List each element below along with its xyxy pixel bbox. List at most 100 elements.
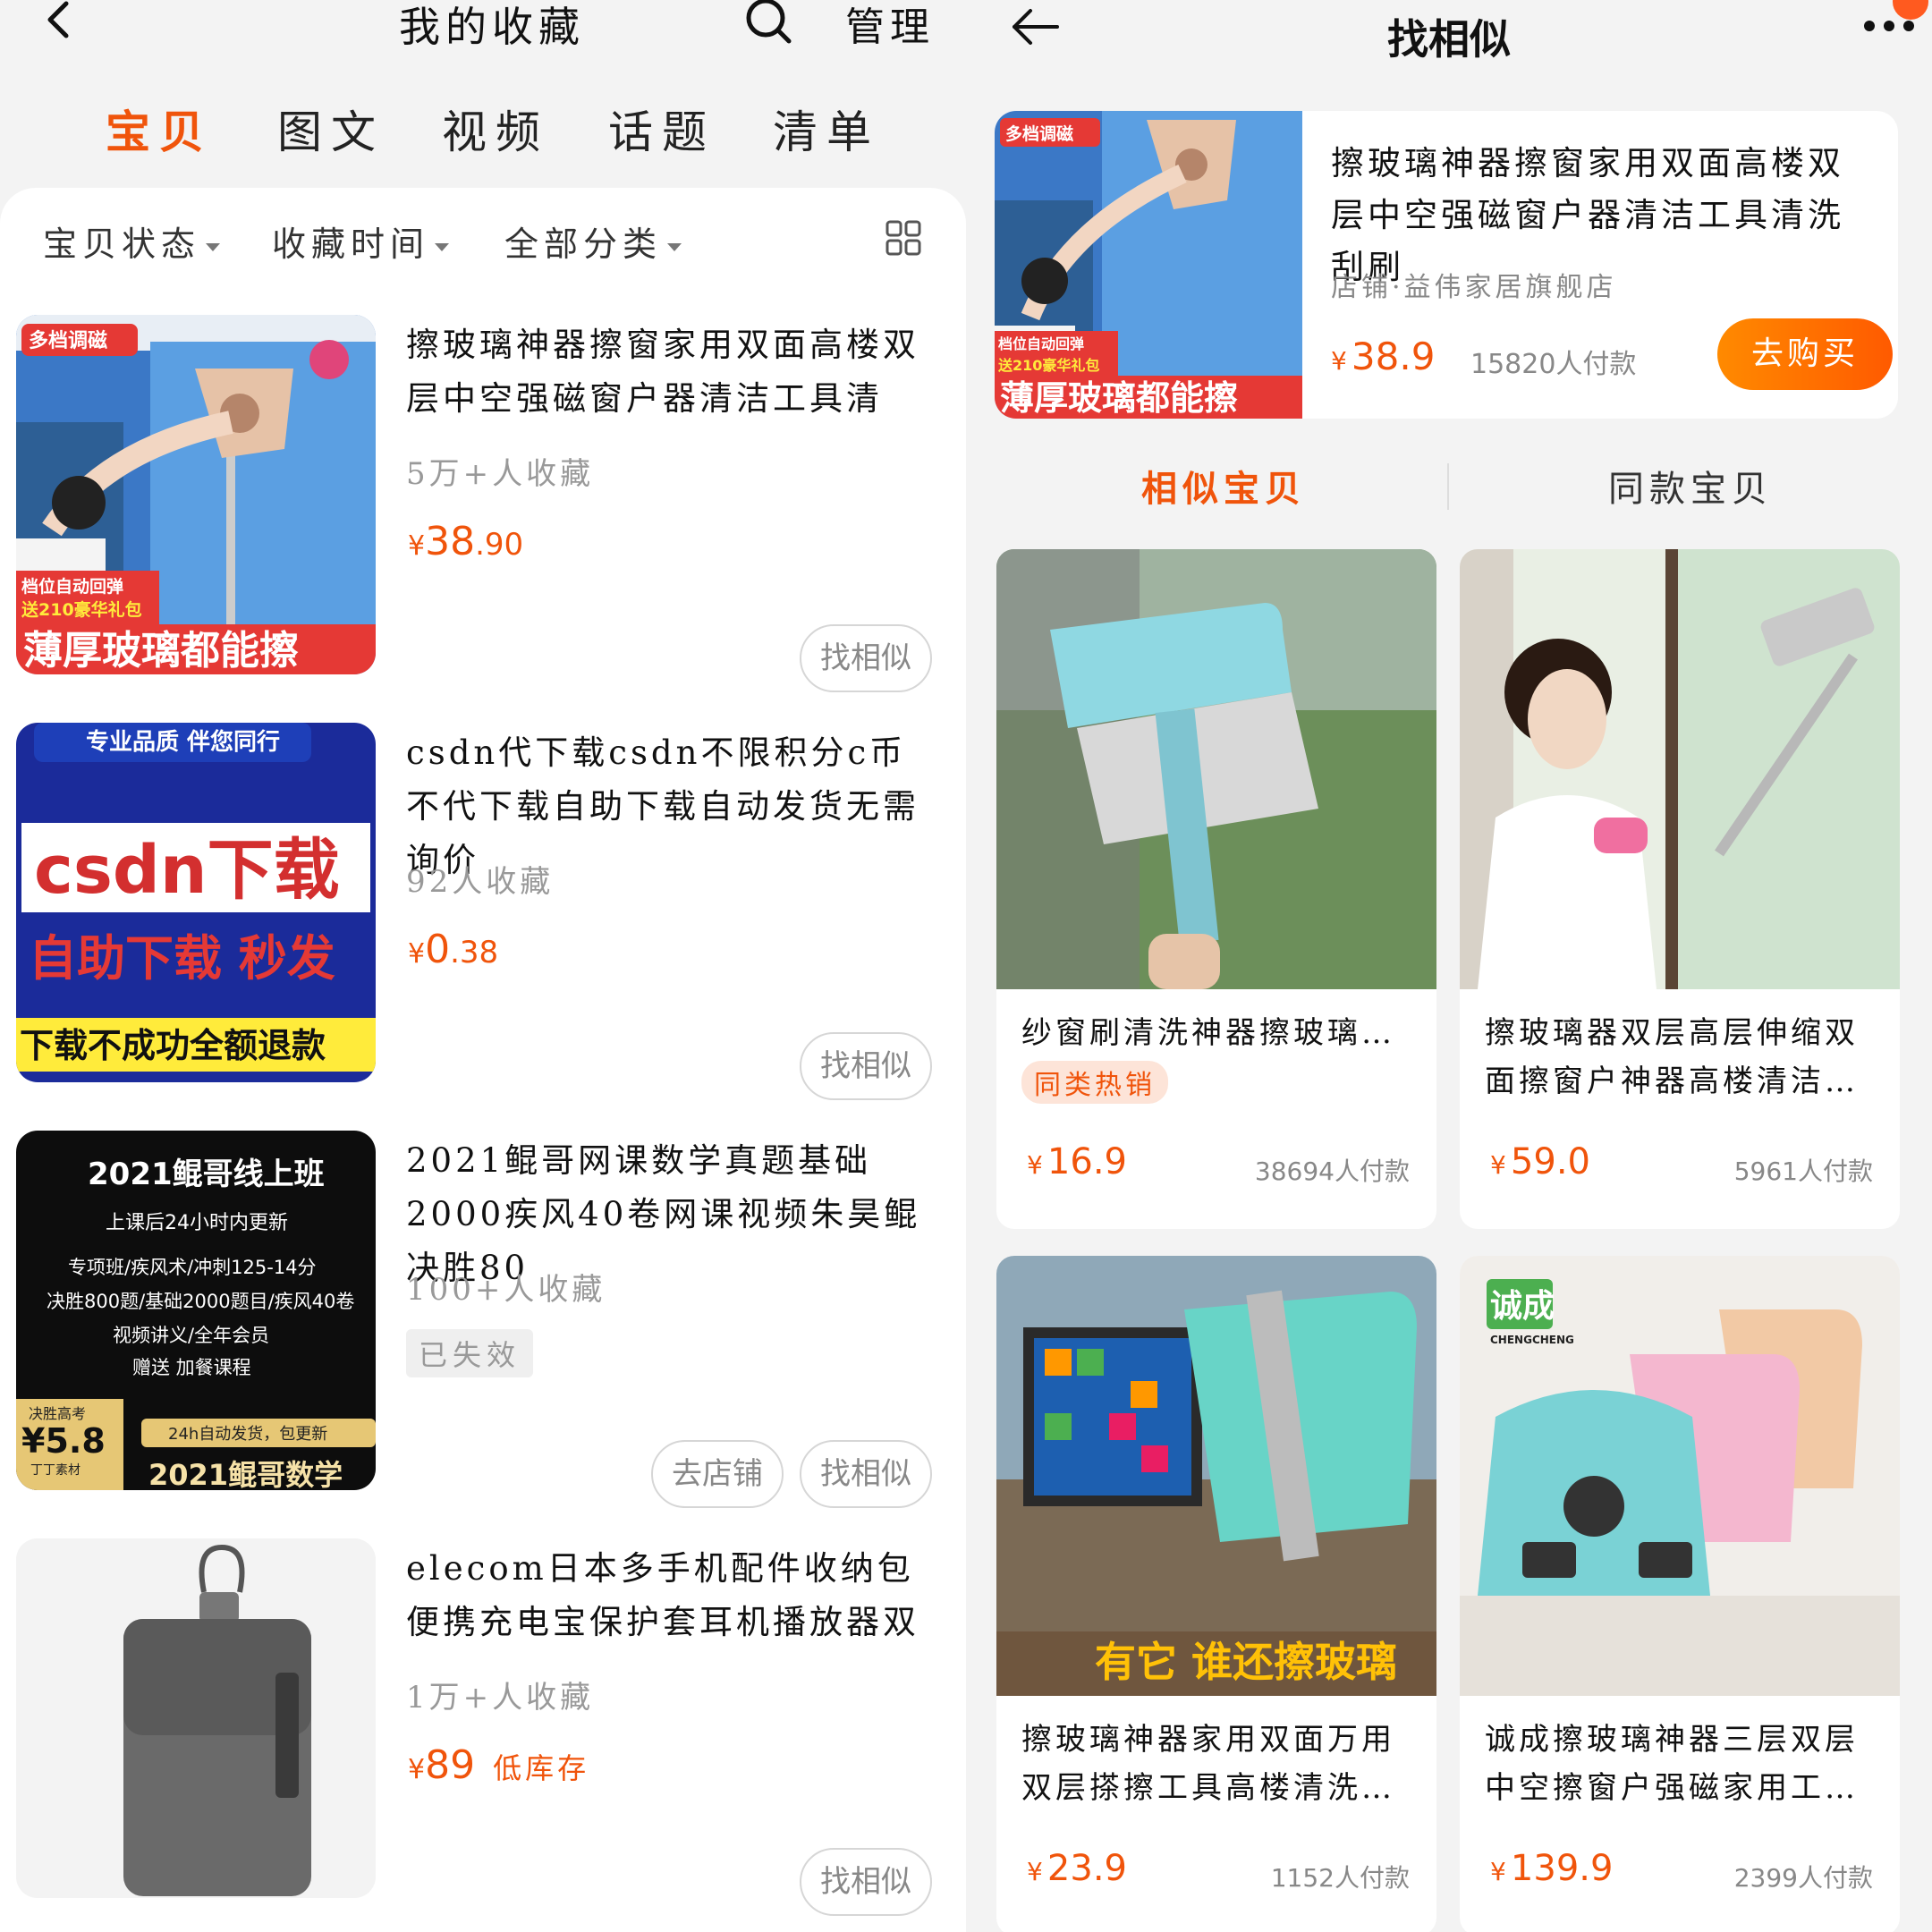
thumb-big-text: csdn下载: [34, 832, 340, 909]
similar-header: 找相似: [966, 0, 1932, 72]
list-item[interactable]: 多档调磁 档位自动回弹 送210豪华礼包 薄厚玻璃都能擦 擦玻璃神器擦窗家用双面…: [0, 315, 966, 708]
list-item[interactable]: elecom日本多手机配件收纳包便携充电宝保护套耳机播放器双 1万+人收藏 ¥8…: [0, 1538, 966, 1932]
product-image: [996, 549, 1436, 989]
thumb-text: 丁丁素材: [30, 1463, 80, 1478]
paid-count: 2399人付款: [1733, 1863, 1873, 1893]
product-price: ¥ 139.9: [1490, 1848, 1613, 1889]
product-image: 多档调磁 档位自动回弹 送210豪华礼包 薄厚玻璃都能擦: [995, 111, 1302, 419]
currency-symbol: ¥: [408, 938, 426, 970]
filter-fav-time[interactable]: 收藏时间: [272, 216, 450, 266]
favorite-count: 100+人收藏: [406, 1272, 606, 1308]
favorite-count: 1万+人收藏: [406, 1680, 595, 1716]
currency-symbol: ¥: [408, 1754, 426, 1785]
find-similar-screen: 找相似 多档调磁 档位自动回弹 送210豪华礼包 薄厚玻璃都能擦 擦玻璃神器擦窗…: [966, 0, 1932, 1932]
favorites-tabs: 宝贝 图文 视频 话题 清单: [0, 97, 966, 159]
product-card[interactable]: 诚成 CHENGCHENG 诚成擦玻璃神器三层双层中空擦窗户强磁家用工… ¥ 1…: [1460, 1256, 1900, 1932]
thumb-text: 决胜高考: [29, 1405, 86, 1422]
product-card[interactable]: 纱窗刷清洗神器擦玻璃… 同类热销 ¥ 16.9 38694人付款: [996, 549, 1436, 1229]
filter-bar: 宝贝状态 收藏时间 全部分类: [0, 188, 966, 286]
product-price: ¥ 23.9: [1027, 1848, 1127, 1889]
hot-sale-badge: 同类热销: [1021, 1061, 1168, 1104]
currency-symbol: ¥: [1490, 1150, 1506, 1180]
price-integer: 38: [425, 519, 476, 564]
caret-down-icon: [206, 243, 221, 251]
thumb-bottom-text: 下载不成功全额退款: [20, 1026, 326, 1065]
thumb-mid-text: 自助下载 秒发: [29, 930, 335, 987]
tab-posts[interactable]: 图文: [277, 97, 385, 161]
go-shop-button[interactable]: 去店铺: [651, 1440, 784, 1508]
low-stock-label: 低库存: [493, 1751, 590, 1785]
price-integer: 0: [425, 927, 451, 972]
tab-videos[interactable]: 视频: [442, 97, 549, 161]
product-card[interactable]: 有它 谁还擦玻璃 擦玻璃神器家用双面万用双层搽擦工具高楼清洗… ¥ 23.9 1…: [996, 1256, 1436, 1932]
currency-symbol: ¥: [1027, 1857, 1043, 1886]
find-similar-button[interactable]: 找相似: [800, 1440, 932, 1508]
thumb-banner-text: 薄厚玻璃都能擦: [23, 628, 299, 674]
shop-name[interactable]: 店铺·益伟家居旗舰店: [1331, 265, 1617, 304]
filter-label: 全部分类: [504, 225, 663, 264]
product-image: 多档调磁 档位自动回弹 送210豪华礼包 薄厚玻璃都能擦: [16, 315, 376, 674]
brand-logo-text: CHENGCHENG: [1490, 1334, 1574, 1346]
thumb-text: 上课后24小时内更新: [106, 1212, 288, 1234]
paid-count: 38694人付款: [1254, 1157, 1410, 1186]
product-price: ¥ 38.9: [1331, 335, 1435, 378]
product-price: ¥ 16.9: [1027, 1141, 1127, 1182]
caret-down-icon: [667, 243, 682, 251]
find-similar-button[interactable]: 找相似: [800, 624, 932, 692]
filter-category[interactable]: 全部分类: [504, 216, 682, 266]
product-image: 有它 谁还擦玻璃: [996, 1256, 1436, 1696]
tab-items[interactable]: 宝贝: [106, 97, 213, 161]
tab-lists[interactable]: 清单: [773, 97, 880, 161]
paid-count: 5961人付款: [1733, 1157, 1873, 1186]
thumb-text: 赠送 加餐课程: [132, 1357, 251, 1378]
item-title[interactable]: 擦玻璃神器擦窗家用双面高楼双层中空强磁窗户器清洁工具清: [406, 318, 934, 426]
tab-topics[interactable]: 话题: [608, 97, 716, 161]
price-decimal: .90: [475, 527, 524, 563]
grid-view-icon[interactable]: [886, 220, 921, 256]
product-price: ¥ 59.0: [1490, 1141, 1590, 1182]
item-title[interactable]: elecom日本多手机配件收纳包便携充电宝保护套耳机播放器双: [406, 1542, 934, 1649]
list-item[interactable]: 2021鲲哥线上班 上课后24小时内更新 专项班/疾风术/冲刺125-14分 决…: [0, 1131, 966, 1524]
thumb-badge-text: 多档调磁: [29, 329, 107, 352]
thumb-badge-text: 档位自动回弹: [998, 335, 1084, 352]
tab-same-items[interactable]: 同款宝贝: [1608, 460, 1773, 512]
favorites-header: 我的收藏 管理: [0, 0, 966, 54]
price-value: 23.9: [1046, 1848, 1127, 1889]
list-item[interactable]: 专业品质 伴您同行 csdn下载 自助下载 秒发 下载不成功全额退款 csdn代…: [0, 723, 966, 1116]
find-similar-button[interactable]: 找相似: [800, 1032, 932, 1100]
product-image: 专业品质 伴您同行 csdn下载 自助下载 秒发 下载不成功全额退款: [16, 723, 376, 1082]
thumb-title-text: 2021鲲哥线上班: [88, 1157, 325, 1192]
thumb-banner-text: 薄厚玻璃都能擦: [1000, 378, 1238, 418]
product-card[interactable]: 擦玻璃器双层高层伸缩双面擦窗户神器高楼清洁… ¥ 59.0 5961人付款: [1460, 549, 1900, 1229]
thumb-top-text: 专业品质 伴您同行: [86, 728, 280, 756]
paid-count: 15820人付款: [1470, 349, 1637, 380]
currency-symbol: ¥: [1331, 346, 1347, 376]
product-image: [1460, 549, 1900, 989]
thumb-price-text: ¥5.8: [21, 1421, 106, 1461]
favorites-screen: 我的收藏 管理 宝贝 图文 视频 话题 清单 宝贝状态 收藏时间 全部分类 多档…: [0, 0, 966, 1932]
filter-label: 宝贝状态: [43, 225, 201, 264]
currency-symbol: ¥: [1027, 1150, 1043, 1180]
filter-item-status[interactable]: 宝贝状态: [43, 216, 221, 266]
currency-symbol: ¥: [408, 530, 426, 562]
thumb-badge-text: 送210豪华礼包: [997, 357, 1099, 374]
thumb-text: 24h自动发货，包更新: [168, 1425, 327, 1444]
price-decimal: .38: [450, 935, 499, 970]
source-product-card[interactable]: 多档调磁 档位自动回弹 送210豪华礼包 薄厚玻璃都能擦 擦玻璃神器擦窗家用双面…: [995, 111, 1898, 419]
product-title: 诚成擦玻璃神器三层双层中空擦窗户强磁家用工…: [1485, 1722, 1859, 1806]
manage-button[interactable]: 管理: [845, 0, 935, 52]
favorite-count: 5万+人收藏: [406, 456, 595, 492]
price-value: 16.9: [1046, 1141, 1127, 1182]
favorite-count: 92人收藏: [406, 864, 555, 900]
tab-similar-items[interactable]: 相似宝贝: [1141, 460, 1306, 512]
item-price: ¥0.38: [408, 927, 498, 972]
caret-down-icon: [435, 243, 450, 251]
buy-button[interactable]: 去购买: [1717, 318, 1893, 390]
find-similar-button[interactable]: 找相似: [800, 1848, 932, 1916]
page-title: 我的收藏: [399, 3, 585, 51]
price-value: 139.9: [1510, 1848, 1614, 1889]
filter-label: 收藏时间: [272, 225, 430, 264]
search-icon[interactable]: [744, 0, 792, 48]
thumb-bottom-text: 2021鲲哥数学: [148, 1458, 343, 1490]
brand-logo-text: 诚成: [1490, 1288, 1555, 1325]
